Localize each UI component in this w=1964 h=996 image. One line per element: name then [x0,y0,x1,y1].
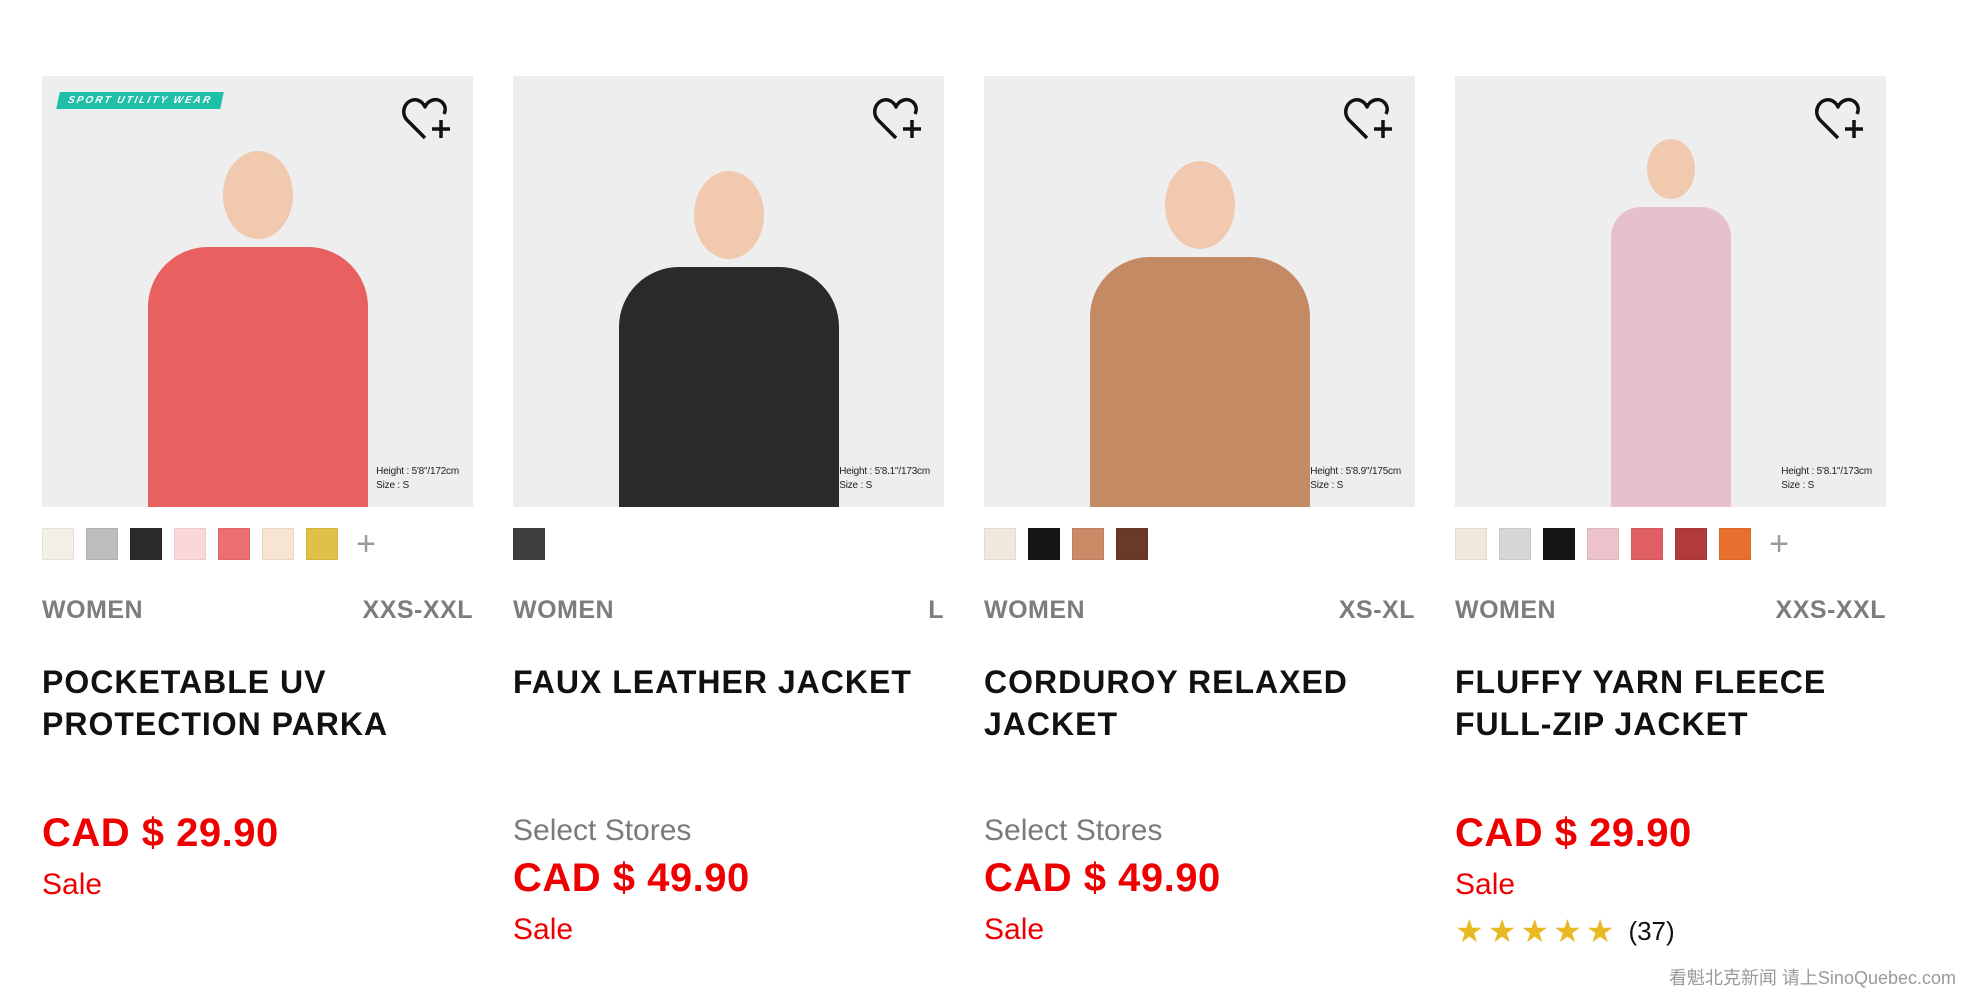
product-card[interactable]: SPORT UTILITY WEAR Height : 5'8"/172cm S… [42,76,473,950]
product-name[interactable]: FAUX LEATHER JACKET [513,661,944,745]
model-size: Size : S [839,480,873,491]
more-colors-plus-icon[interactable]: + [350,527,382,561]
product-card[interactable]: Height : 5'8.1"/173cm Size : S + WOMEN X… [1455,76,1886,950]
color-swatches [513,528,944,560]
color-swatch[interactable] [1499,528,1531,560]
review-count: (37) [1628,915,1675,946]
heart-plus-icon[interactable] [872,94,926,146]
product-name[interactable]: FLUFFY YARN FLEECE FULL-ZIP JACKET [1455,661,1886,745]
select-stores-label: Select Stores [513,814,692,847]
product-grid: SPORT UTILITY WEAR Height : 5'8"/172cm S… [42,76,1886,950]
model-height: Height : 5'8"/172cm [376,466,459,477]
star-icon: ★★★★★ [1455,913,1619,949]
model-figure [1610,139,1731,507]
product-meta: WOMEN L [513,596,944,625]
sale-label: Sale [984,913,1045,946]
model-info: Height : 5'8.1"/173cm Size : S [839,465,930,493]
model-info: Height : 5'8.9"/175cm Size : S [1310,465,1401,493]
sale-label: Sale [513,913,574,946]
product-meta: WOMEN XS-XL [984,596,1415,625]
sport-utility-wear-tag: SPORT UTILITY WEAR [56,92,224,109]
product-price: CAD $ 49.90 [984,856,1221,900]
product-price: CAD $ 29.90 [42,811,279,855]
color-swatch[interactable] [130,528,162,560]
product-image[interactable]: Height : 5'8.1"/173cm Size : S [1455,76,1886,507]
select-stores-label: Select Stores [984,814,1163,847]
model-height: Height : 5'8.9"/175cm [1310,466,1401,477]
color-swatch[interactable] [306,528,338,560]
product-meta: WOMEN XXS-XXL [42,596,473,625]
color-swatch[interactable] [42,528,74,560]
heart-plus-icon[interactable] [1814,94,1868,146]
model-info: Height : 5'8"/172cm Size : S [376,465,459,493]
product-image[interactable]: SPORT UTILITY WEAR Height : 5'8"/172cm S… [42,76,473,507]
color-swatch[interactable] [1072,528,1104,560]
model-figure [618,171,839,507]
model-height: Height : 5'8.1"/173cm [1781,466,1872,477]
more-colors-plus-icon[interactable]: + [1763,527,1795,561]
product-name[interactable]: CORDUROY RELAXED JACKET [984,661,1415,745]
color-swatch[interactable] [174,528,206,560]
product-meta: WOMEN XXS-XXL [1455,596,1886,625]
size-range: XS-XL [1338,596,1415,624]
sale-label: Sale [42,868,103,901]
color-swatch[interactable] [1455,528,1487,560]
product-image[interactable]: Height : 5'8.1"/173cm Size : S [513,76,944,507]
color-swatch[interactable] [984,528,1016,560]
product-price: CAD $ 29.90 [1455,811,1692,855]
model-height: Height : 5'8.1"/173cm [839,466,930,477]
color-swatch[interactable] [1587,528,1619,560]
color-swatches: + [42,527,473,561]
color-swatch[interactable] [1116,528,1148,560]
color-swatch[interactable] [1631,528,1663,560]
product-card[interactable]: Height : 5'8.1"/173cm Size : S WOMEN L F… [513,76,944,950]
gender-label: WOMEN [513,596,615,624]
color-swatch[interactable] [86,528,118,560]
product-card[interactable]: Height : 5'8.9"/175cm Size : S WOMEN XS-… [984,76,1415,950]
size-range: XXS-XXL [1775,596,1886,624]
color-swatches: + [1455,527,1886,561]
gender-label: WOMEN [1455,596,1557,624]
model-size: Size : S [376,480,410,491]
color-swatch[interactable] [218,528,250,560]
color-swatch[interactable] [513,528,545,560]
model-info: Height : 5'8.1"/173cm Size : S [1781,465,1872,493]
model-figure [1089,161,1310,507]
gender-label: WOMEN [984,596,1086,624]
color-swatch[interactable] [1543,528,1575,560]
product-image[interactable]: Height : 5'8.9"/175cm Size : S [984,76,1415,507]
color-swatch[interactable] [262,528,294,560]
color-swatches [984,528,1415,560]
color-swatch[interactable] [1675,528,1707,560]
product-name[interactable]: POCKETABLE UV PROTECTION PARKA [42,661,473,745]
color-swatch[interactable] [1719,528,1751,560]
rating[interactable]: ★★★★★ (37) [1455,912,1886,950]
gender-label: WOMEN [42,596,144,624]
product-price: CAD $ 49.90 [513,856,750,900]
heart-plus-icon[interactable] [1343,94,1397,146]
model-figure [147,151,368,507]
heart-plus-icon[interactable] [401,94,455,146]
model-size: Size : S [1310,480,1344,491]
model-size: Size : S [1781,480,1815,491]
size-range: XXS-XXL [362,596,473,624]
sale-label: Sale [1455,868,1516,901]
color-swatch[interactable] [1028,528,1060,560]
size-range: L [928,596,944,624]
watermark: 看魁北克新闻 请上SinoQuebec.com [1660,960,1964,996]
